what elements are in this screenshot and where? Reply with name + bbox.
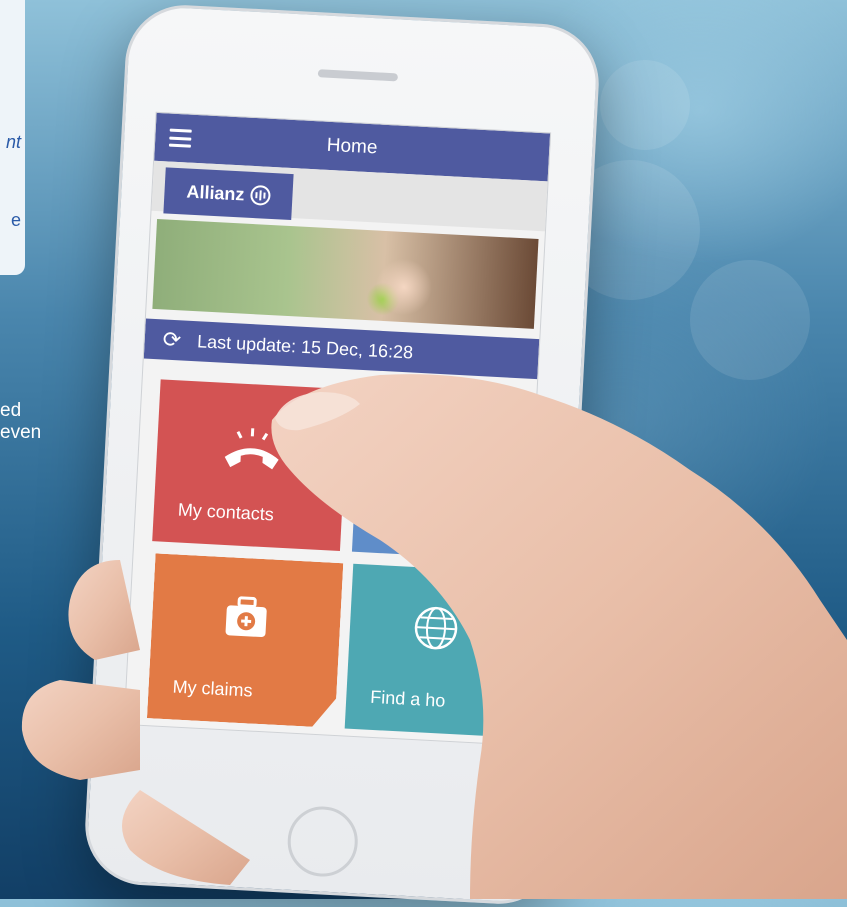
home-button[interactable]: [285, 804, 360, 879]
find-hospital-tile[interactable]: Find a ho: [344, 563, 524, 738]
page-title: Home: [326, 134, 378, 159]
tile-label: My po: [377, 509, 428, 533]
medical-kit-icon: [221, 593, 271, 643]
my-claims-tile[interactable]: My claims: [147, 553, 343, 728]
allianz-eagle-icon: [249, 184, 271, 206]
tile-label: Find a ho: [369, 686, 446, 711]
side-text-line: even: [0, 422, 42, 443]
hamburger-menu-icon[interactable]: [168, 128, 192, 148]
globe-icon: [414, 606, 458, 650]
side-text-card: nt e: [0, 0, 25, 275]
brand-name: Allianz: [186, 181, 246, 205]
hero-banner-image: [152, 218, 539, 329]
tile-label: My claims: [172, 676, 254, 701]
partial-tile-purple[interactable]: [351, 741, 514, 746]
tile-label: My contacts: [177, 499, 275, 525]
side-card-fragment: e: [10, 210, 21, 230]
tiles-grid: My contacts My po My claims Find a ho: [125, 358, 537, 746]
my-policies-tile[interactable]: My po: [351, 389, 531, 561]
app-screen: Home Allianz ⟳ Last update: 15 Dec, 16:2…: [123, 111, 552, 746]
partial-tile-yellow[interactable]: [151, 731, 334, 746]
earpiece: [317, 69, 399, 82]
side-card-fragment: nt: [5, 132, 21, 152]
side-text: ed even: [0, 400, 41, 444]
side-text-line: ed: [0, 400, 22, 421]
allianz-logo: Allianz: [163, 167, 294, 221]
refresh-icon[interactable]: ⟳: [162, 326, 182, 353]
phone-icon: [224, 428, 279, 470]
my-contacts-tile[interactable]: My contacts: [152, 379, 349, 552]
phone-device: Home Allianz ⟳ Last update: 15 Dec, 16:2…: [82, 2, 602, 907]
last-update-text: Last update: 15 Dec, 16:28: [196, 330, 414, 363]
